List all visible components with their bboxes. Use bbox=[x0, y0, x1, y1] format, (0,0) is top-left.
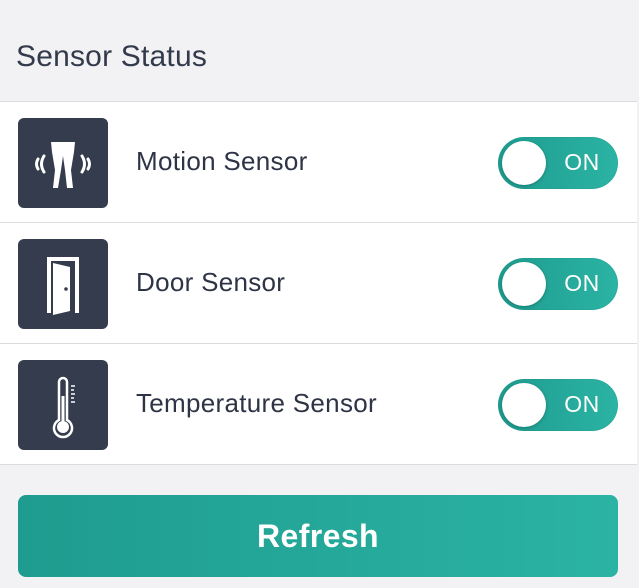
sensor-row-motion: Motion Sensor ON bbox=[0, 102, 637, 223]
header: Sensor Status bbox=[0, 0, 639, 101]
door-sensor-toggle[interactable]: ON bbox=[498, 258, 618, 310]
toggle-knob bbox=[502, 262, 546, 306]
sensor-label: Door Sensor bbox=[136, 267, 286, 297]
sensor-label: Motion Sensor bbox=[136, 146, 308, 176]
sensor-label: Temperature Sensor bbox=[136, 388, 377, 418]
toggle-state-label: ON bbox=[564, 391, 600, 417]
toggle-state-label: ON bbox=[564, 149, 600, 175]
temperature-sensor-toggle[interactable]: ON bbox=[498, 379, 618, 431]
toggle-knob bbox=[502, 383, 546, 427]
door-icon bbox=[18, 239, 108, 329]
motion-sensor-toggle[interactable]: ON bbox=[498, 137, 618, 189]
sensor-row-door: Door Sensor ON bbox=[0, 223, 637, 344]
thermometer-icon bbox=[18, 360, 108, 450]
page-title: Sensor Status bbox=[16, 40, 208, 73]
sensor-list: Motion Sensor ON Door Sensor ON Temperat… bbox=[0, 101, 637, 465]
motion-icon bbox=[18, 118, 108, 208]
toggle-knob bbox=[502, 141, 546, 185]
refresh-button[interactable]: Refresh bbox=[18, 495, 618, 577]
sensor-row-temperature: Temperature Sensor ON bbox=[0, 344, 637, 465]
toggle-state-label: ON bbox=[564, 270, 600, 296]
